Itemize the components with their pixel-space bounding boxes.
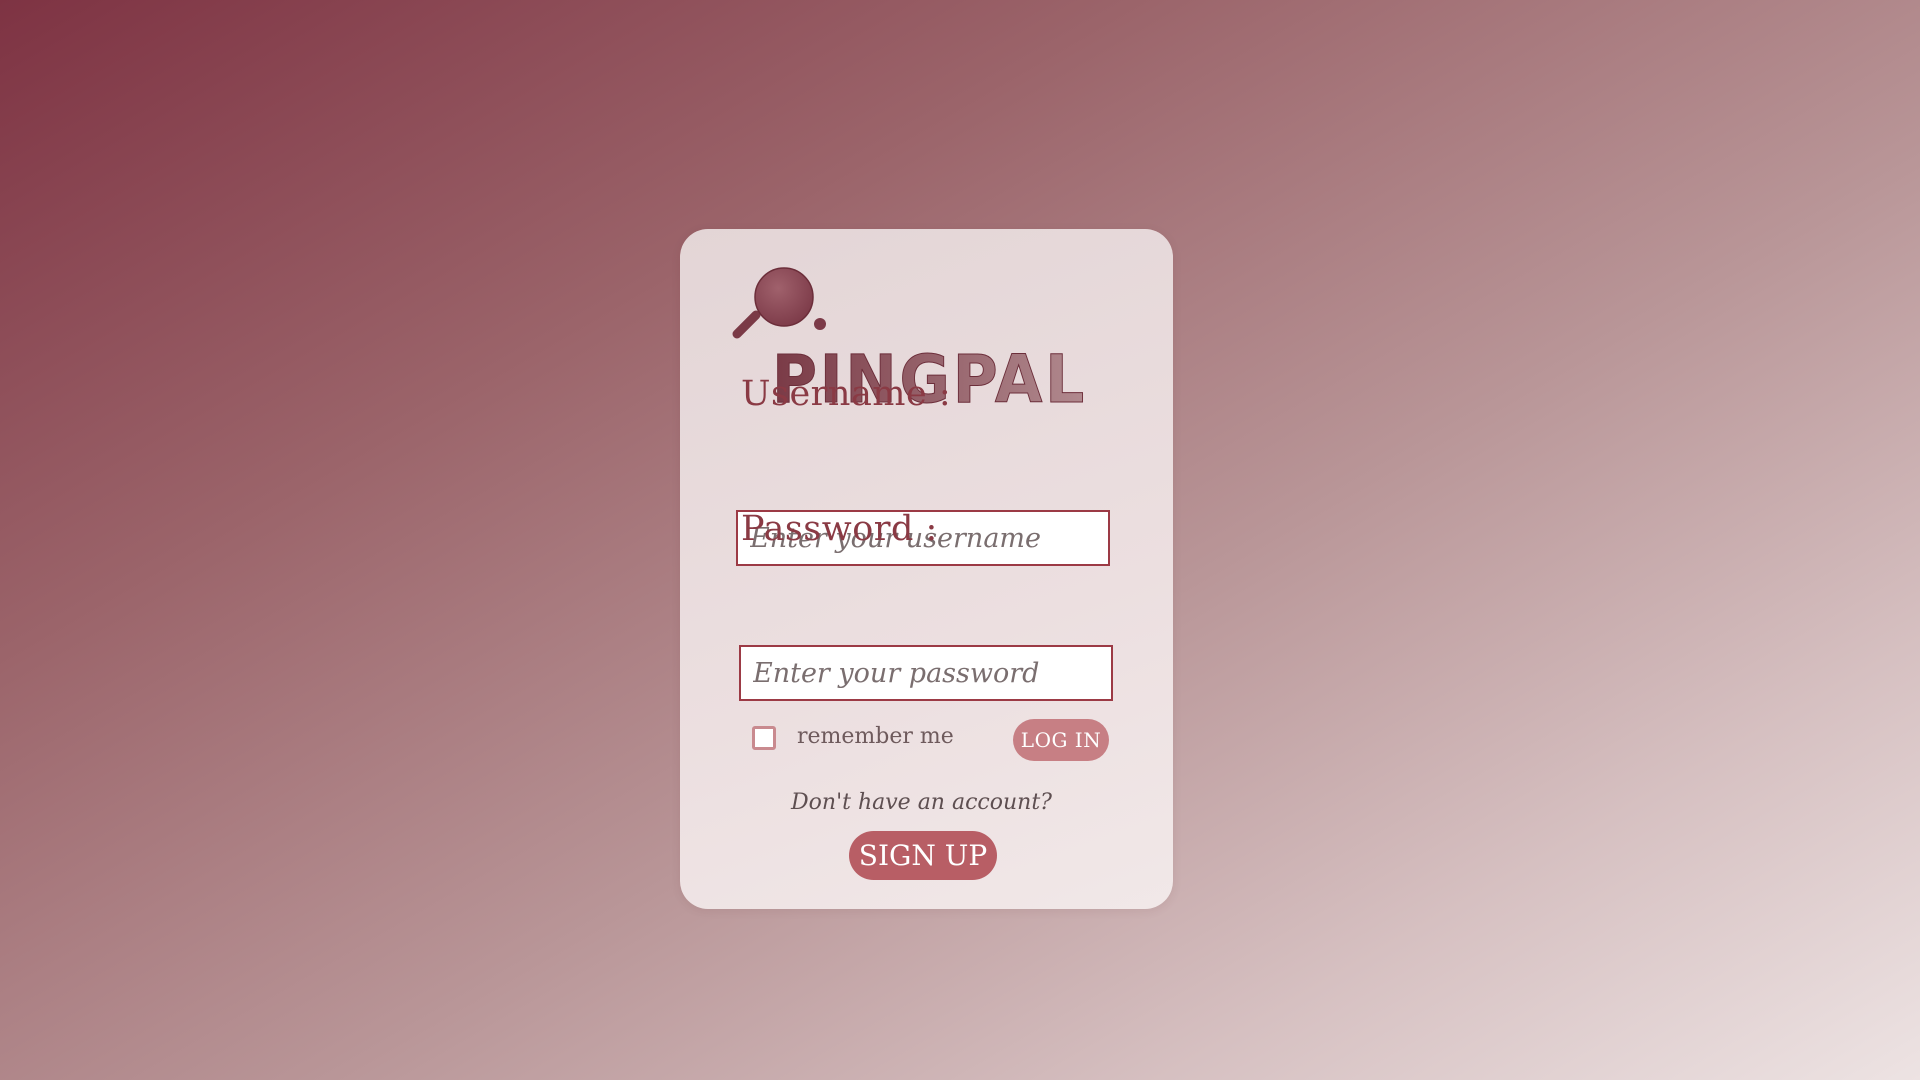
ping-pong-paddle-icon [732, 267, 826, 339]
login-card: PINGPAL Username : Password : remember m… [680, 229, 1173, 909]
signup-prompt: Don't have an account? [791, 790, 1052, 815]
username-label: Username : [741, 374, 952, 414]
password-input[interactable] [739, 645, 1113, 701]
remember-me-checkbox[interactable] [752, 726, 776, 750]
password-label: Password : [741, 509, 938, 549]
remember-me-label: remember me [797, 724, 954, 749]
sign-up-button[interactable]: SIGN UP [849, 831, 997, 880]
log-in-button[interactable]: LOG IN [1013, 719, 1109, 761]
